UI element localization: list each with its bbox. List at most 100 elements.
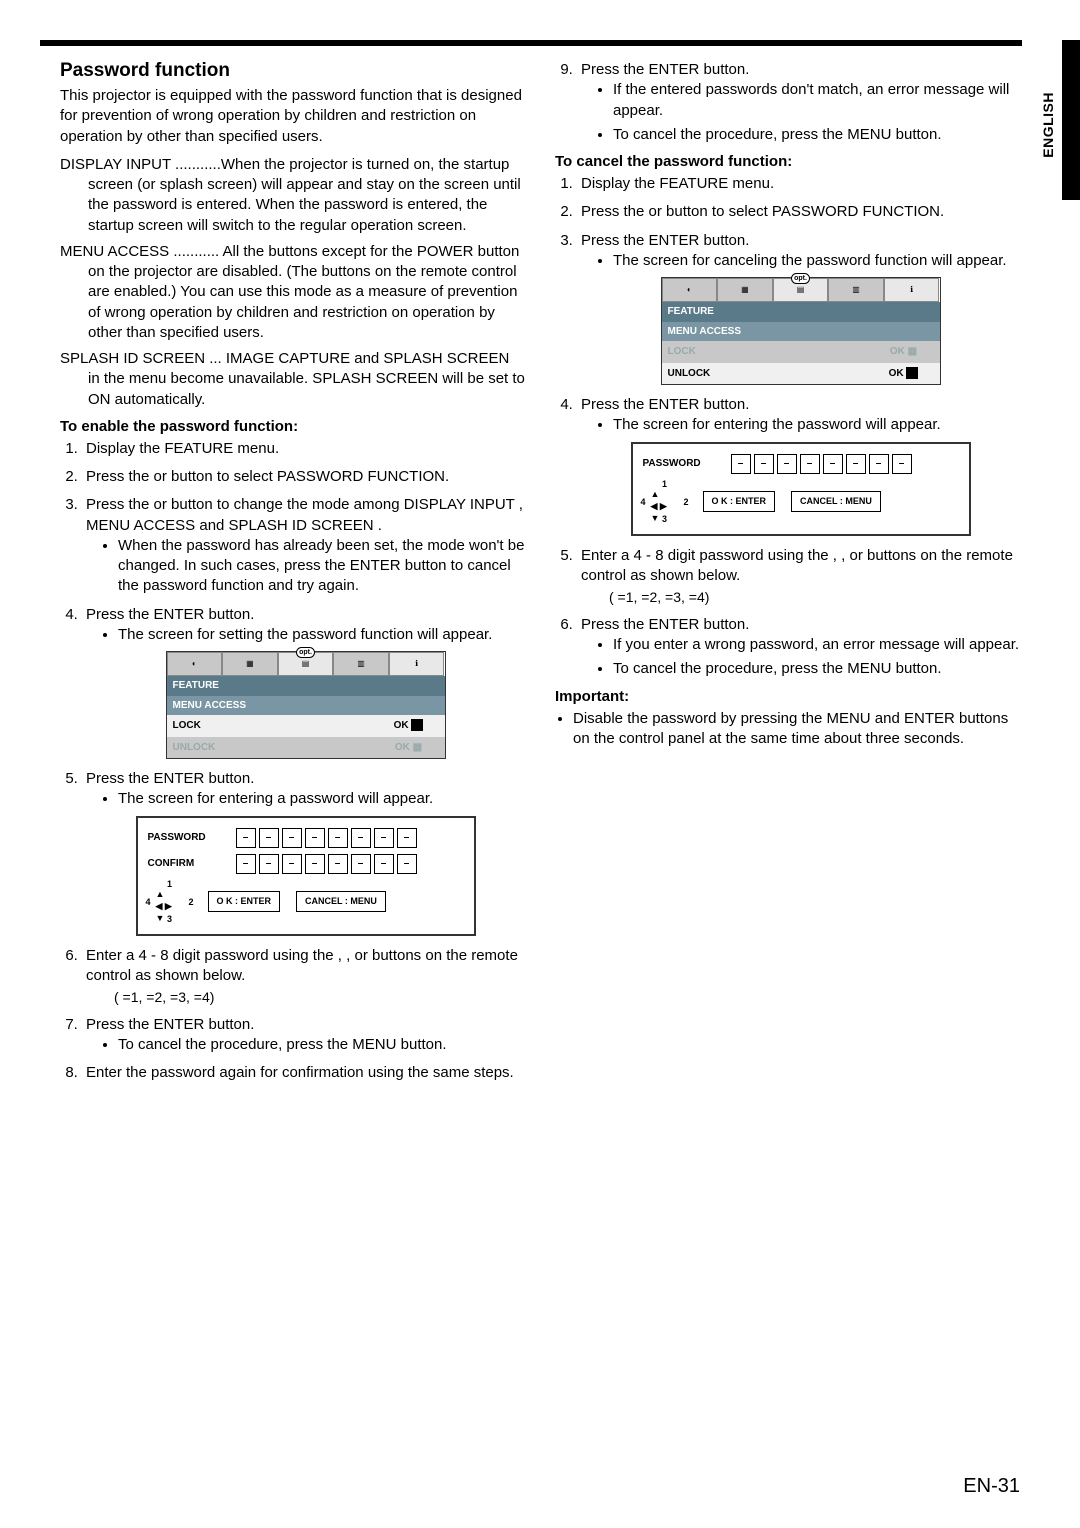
step-1: Display the FEATURE menu.: [82, 439, 525, 459]
menu-tab-icon: ▦: [222, 652, 278, 676]
pw-box: –: [731, 454, 751, 474]
menu-tab-icon: ▥: [333, 652, 389, 676]
pw-box: –: [282, 828, 302, 848]
step-6-text: Enter a 4 - 8 digit password using the ,…: [86, 947, 518, 984]
menu-row-label: LOCK: [668, 345, 874, 359]
step-4-text: Press the ENTER button.: [86, 606, 254, 623]
step-6-equation: ( =1, =2, =3, =4): [114, 988, 525, 1007]
cancel-menu-label: CANCEL : MENU: [296, 891, 386, 911]
page-number: EN-31: [963, 1475, 1020, 1498]
cancel-step-3-bullet: The screen for canceling the password fu…: [613, 251, 1020, 271]
pw-box: –: [259, 854, 279, 874]
step-5-bullet: The screen for entering a password will …: [118, 789, 525, 809]
confirm-boxes: ––––––––: [236, 854, 417, 874]
cancel-step-3: Press the ENTER button. The screen for c…: [577, 231, 1020, 386]
password-figure: PASSWORD –––––––– CONFIRM ––––––––: [136, 816, 476, 936]
menu-tab-info-icon: ℹ: [389, 652, 445, 676]
def-term-splash: SPLASH ID SCREEN ...: [60, 350, 222, 367]
step-3-text: Press the or button to change the mode a…: [86, 496, 523, 533]
enable-heading: To enable the password function:: [60, 418, 525, 435]
pw-box: –: [754, 454, 774, 474]
step-4: Press the ENTER button. The screen for s…: [82, 605, 525, 760]
confirm-label: CONFIRM: [148, 857, 226, 871]
menu-tab-info-icon: ℹ: [884, 278, 940, 302]
pw-box: –: [777, 454, 797, 474]
pw-box: –: [328, 854, 348, 874]
menu-tab-icon: ▥: [828, 278, 884, 302]
password-boxes: ––––––––: [731, 454, 912, 474]
dpad-right: 2: [188, 895, 193, 907]
definition-list: DISPLAY INPUT ...........When the projec…: [60, 155, 525, 410]
pw-box: –: [800, 454, 820, 474]
pw-box: –: [892, 454, 912, 474]
password-boxes: ––––––––: [236, 828, 417, 848]
menu-tab-icon: ▦: [717, 278, 773, 302]
steps-continued: Press the ENTER button. If the entered p…: [555, 60, 1020, 145]
enable-steps: Display the FEATURE menu. Press the or b…: [60, 439, 525, 1084]
pw-box: –: [374, 854, 394, 874]
password-figure-right: PASSWORD –––––––– 1 2 3 4 ▲◀ ▶▼: [631, 442, 971, 536]
step-9: Press the ENTER button. If the entered p…: [577, 60, 1020, 145]
menu-subheader: MENU ACCESS: [167, 696, 445, 716]
pw-box: –: [305, 854, 325, 874]
pw-box: –: [397, 828, 417, 848]
menu-row-lock: LOCK OK ▦: [662, 341, 940, 363]
cancel-step-5: Enter a 4 - 8 digit password using the ,…: [577, 546, 1020, 607]
menu-tab-opt: opt.▤: [278, 652, 334, 676]
cancel-step-5-text: Enter a 4 - 8 digit password using the ,…: [581, 547, 1013, 584]
menu-row-label: LOCK: [173, 719, 379, 733]
menu-tab-icon: ◐: [662, 278, 718, 302]
cancel-menu-label: CANCEL : MENU: [791, 491, 881, 511]
pw-box: –: [823, 454, 843, 474]
menu-header: FEATURE: [662, 302, 940, 322]
cancel-step-6-text: Press the ENTER button.: [581, 616, 749, 633]
pw-box: –: [259, 828, 279, 848]
page-top-rule: [40, 40, 1022, 46]
ok-enter-label: O K : ENTER: [208, 891, 281, 911]
menu-row-value: OK: [890, 346, 905, 357]
def-term-display-input: DISPLAY INPUT ...........: [60, 156, 221, 173]
step-9-bullet-2: To cancel the procedure, press the MENU …: [613, 125, 1020, 145]
menu-row-label: UNLOCK: [173, 741, 379, 755]
dpad-right: 2: [683, 495, 688, 507]
cancel-heading: To cancel the password function:: [555, 153, 1020, 170]
left-column: Password function This projector is equi…: [60, 60, 525, 1092]
pw-box: –: [351, 828, 371, 848]
cancel-step-5-equation: ( =1, =2, =3, =4): [609, 588, 1020, 607]
menu-subheader: MENU ACCESS: [662, 322, 940, 342]
cancel-step-6: Press the ENTER button. If you enter a w…: [577, 615, 1020, 680]
cancel-step-6-bullet-1: If you enter a wrong password, an error …: [613, 635, 1020, 655]
step-4-bullet: The screen for setting the password func…: [118, 625, 525, 645]
step-6: Enter a 4 - 8 digit password using the ,…: [82, 946, 525, 1007]
step-7-text: Press the ENTER button.: [86, 1016, 254, 1033]
cancel-step-4-text: Press the ENTER button.: [581, 396, 749, 413]
pw-box: –: [869, 454, 889, 474]
menu-tab-icon: ◐: [167, 652, 223, 676]
dpad-left: 4: [146, 895, 151, 907]
password-label: PASSWORD: [643, 457, 721, 471]
menu-row-label: UNLOCK: [668, 367, 874, 381]
cancel-steps: Display the FEATURE menu. Press the or b…: [555, 174, 1020, 680]
enter-icon: [411, 719, 423, 731]
menu-row-value: OK: [889, 368, 904, 379]
step-9-bullet-1: If the entered passwords don't match, an…: [613, 80, 1020, 121]
cancel-step-1: Display the FEATURE menu.: [577, 174, 1020, 194]
important-bullet: Disable the password by pressing the MEN…: [573, 709, 1020, 750]
menu-row-unlock: UNLOCK OK: [662, 363, 940, 385]
cancel-step-6-bullet-2: To cancel the procedure, press the MENU …: [613, 659, 1020, 679]
menu-row-value: OK: [395, 742, 410, 753]
pw-box: –: [397, 854, 417, 874]
dpad-icon: 1 2 3 4 ▲◀ ▶▼: [643, 480, 687, 524]
step-5: Press the ENTER button. The screen for e…: [82, 769, 525, 936]
pw-box: –: [846, 454, 866, 474]
side-tab: [1062, 40, 1080, 200]
step-7: Press the ENTER button. To cancel the pr…: [82, 1015, 525, 1056]
step-9-text: Press the ENTER button.: [581, 61, 749, 78]
password-label: PASSWORD: [148, 831, 226, 845]
menu-row-value: OK: [394, 720, 409, 731]
language-label: ENGLISH: [1040, 92, 1056, 158]
pw-box: –: [282, 854, 302, 874]
pw-box: –: [305, 828, 325, 848]
pw-box: –: [236, 828, 256, 848]
menu-tab-opt: opt.▤: [773, 278, 829, 302]
